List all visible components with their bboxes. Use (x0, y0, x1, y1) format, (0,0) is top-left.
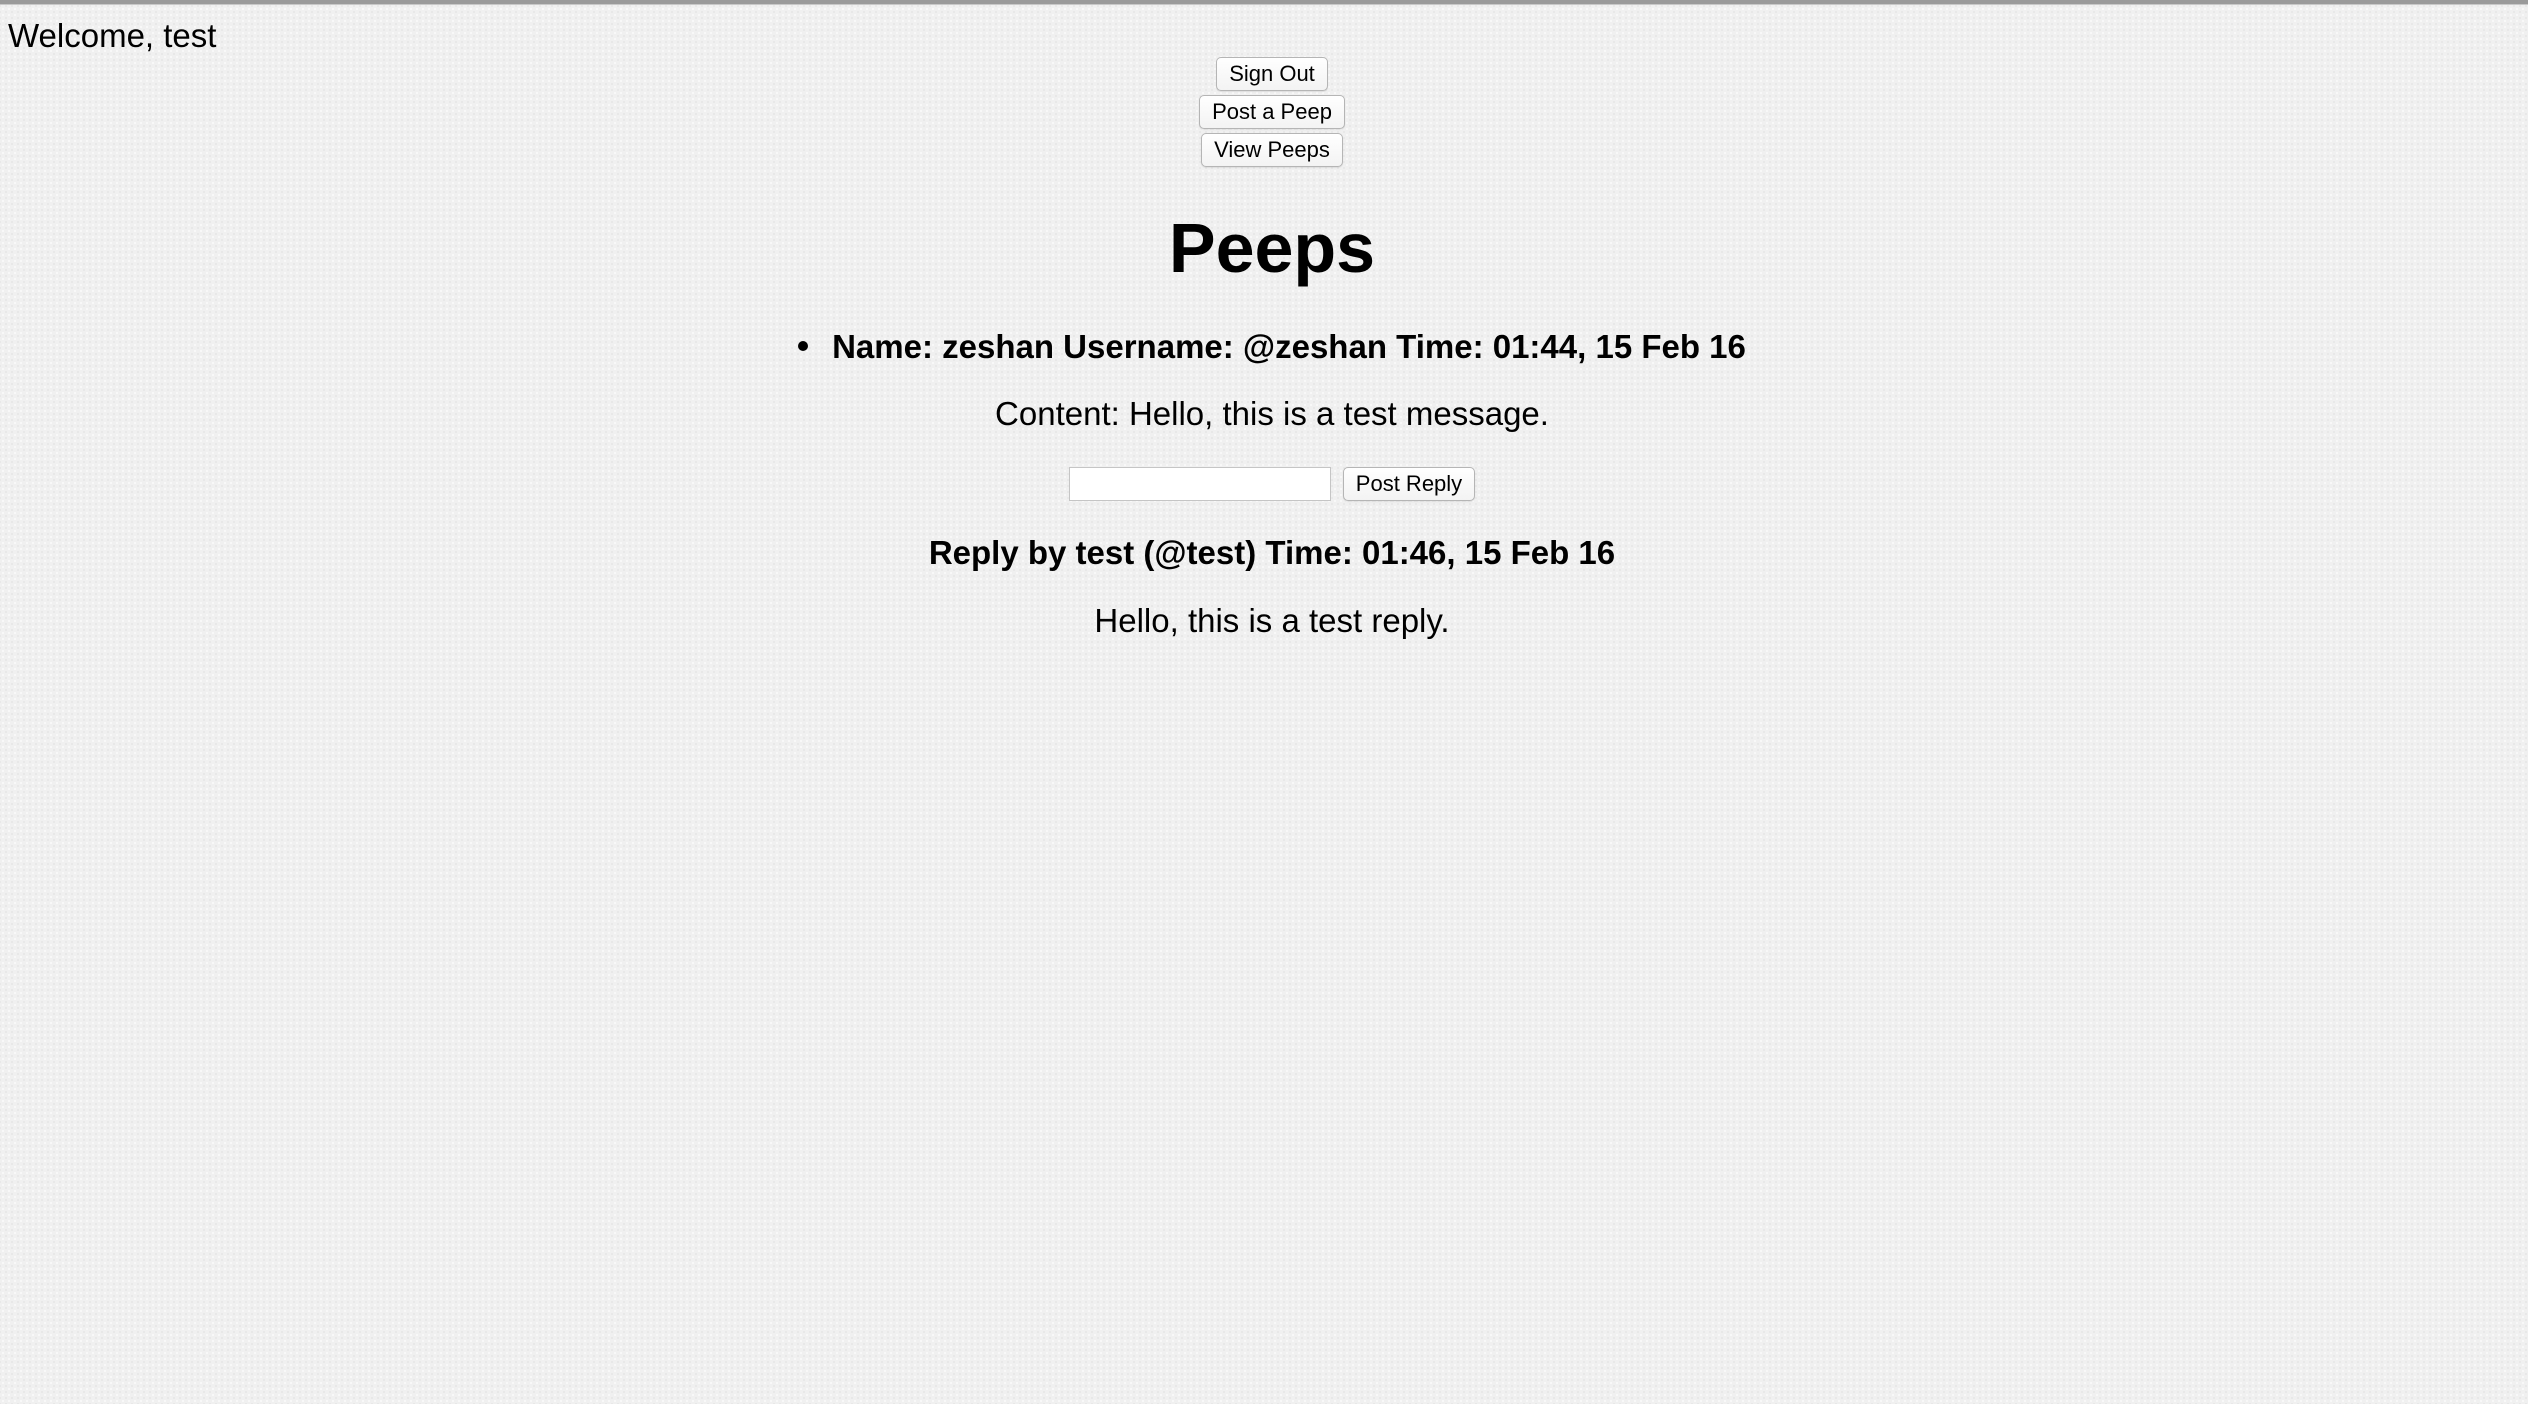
reply-input[interactable] (1068, 467, 1331, 501)
peep-header-text: Name: zeshan Username: @zeshan Time: 01:… (832, 328, 1746, 365)
view-peeps-button[interactable]: View Peeps (1201, 133, 1343, 167)
reply-form: Post Reply (0, 467, 2528, 501)
reply-header: Reply by test (@test) Time: 01:46, 15 Fe… (928, 534, 1616, 571)
sign-out-button[interactable]: Sign Out (1216, 57, 1328, 91)
window-top-border (0, 0, 2528, 5)
peep-content: Content: Hello, this is a test message. (995, 395, 1549, 432)
welcome-message: Welcome, test (8, 17, 217, 54)
peep-header: Name: zeshan Username: @zeshan Time: 01:… (0, 327, 2528, 367)
post-reply-button[interactable]: Post Reply (1342, 467, 1476, 501)
post-peep-button[interactable]: Post a Peep (1199, 95, 1345, 129)
nav-buttons: Sign Out Post a Peep View Peeps (0, 57, 2528, 171)
bullet-icon (798, 341, 809, 352)
reply-body: Hello, this is a test reply. (1094, 602, 1450, 639)
page-title: Peeps (1168, 209, 1376, 287)
